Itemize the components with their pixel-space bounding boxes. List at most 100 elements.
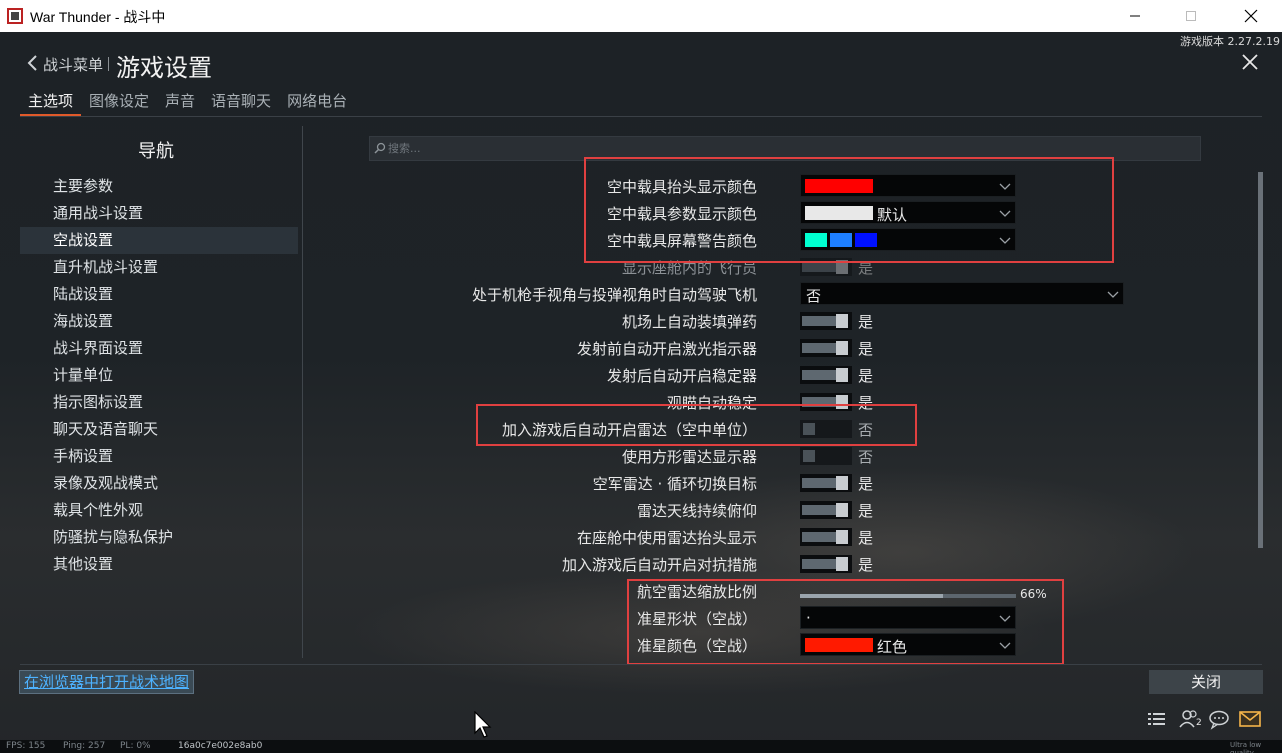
toggle-knob <box>836 557 848 571</box>
toggle-track <box>802 343 836 353</box>
toggle-state-text: 是 <box>858 340 874 358</box>
toggle-state-text: 是 <box>858 475 874 493</box>
nav-item-air-battle[interactable]: 空战设置 <box>20 227 298 254</box>
search-icon <box>374 142 386 154</box>
nav-item-units[interactable]: 计量单位 <box>20 362 298 389</box>
setting-row: 发射后自动开启稳定器 是 <box>360 361 1240 388</box>
toggle-state-text: 否 <box>858 448 874 466</box>
setting-row: 在座舱中使用雷达抬头显示 是 <box>360 523 1240 550</box>
setting-row: 发射前自动开启激光指示器 是 <box>360 334 1240 361</box>
nav-item-naval[interactable]: 海战设置 <box>20 308 298 335</box>
toggle-knob <box>836 503 848 517</box>
window-close-button[interactable] <box>1228 0 1274 32</box>
page-title: 游戏设置 <box>116 54 212 82</box>
nav-item-privacy[interactable]: 防骚扰与隐私保护 <box>20 524 298 551</box>
chat-icon[interactable] <box>1208 708 1230 730</box>
toggle-knob <box>836 368 848 382</box>
nav-item-gamepad[interactable]: 手柄设置 <box>20 443 298 470</box>
list-icon[interactable] <box>1147 708 1167 730</box>
tab-main[interactable]: 主选项 <box>20 88 82 116</box>
setting-label: 空军雷达 · 循环切换目标 <box>592 475 757 493</box>
toggle-knob <box>836 530 848 544</box>
toggle-track <box>802 505 836 515</box>
setting-row: 加入游戏后自动开启对抗措施 是 <box>360 550 1240 577</box>
toggle-state-text: 是 <box>858 367 874 385</box>
maximize-button[interactable] <box>1168 0 1214 32</box>
nav-item-other[interactable]: 其他设置 <box>20 551 298 578</box>
toggle-knob <box>836 476 848 490</box>
toggle-track <box>802 559 836 569</box>
toggle-track <box>802 532 836 542</box>
setting-row: 处于机枪手视角与投弹视角时自动驾驶飞机 否 <box>360 280 1240 307</box>
setting-row: 使用方形雷达显示器 否 <box>360 442 1240 469</box>
toggle-switch[interactable] <box>800 447 852 465</box>
toggle-switch[interactable] <box>800 501 852 519</box>
nav-list: 主要参数 通用战斗设置 空战设置 直升机战斗设置 陆战设置 海战设置 战斗界面设… <box>20 173 298 578</box>
mail-icon[interactable] <box>1238 708 1262 730</box>
game-version: 游戏版本 2.27.2.19 <box>1180 35 1280 48</box>
nav-item-vehicle-cosmetics[interactable]: 载具个性外观 <box>20 497 298 524</box>
settings-close-icon[interactable] <box>1240 52 1260 72</box>
dropdown-value: 否 <box>806 287 822 305</box>
back-to-battle-menu[interactable]: 战斗菜单 <box>43 54 103 75</box>
nav-item-hud[interactable]: 战斗界面设置 <box>20 335 298 362</box>
mouse-cursor-icon <box>474 711 492 738</box>
close-button[interactable]: 关闭 <box>1149 670 1263 694</box>
minimize-button[interactable] <box>1112 0 1158 32</box>
toggle-switch[interactable] <box>800 339 852 357</box>
nav-item-chat[interactable]: 聊天及语音聊天 <box>20 416 298 443</box>
setting-row: 雷达天线持续俯仰 是 <box>360 496 1240 523</box>
toggle-switch[interactable] <box>800 528 852 546</box>
toggle-track <box>802 478 836 488</box>
toggle-track <box>802 316 836 326</box>
quality-readout: Ultra low quality <box>1230 741 1262 753</box>
setting-label: 发射前自动开启激光指示器 <box>576 340 757 358</box>
chevron-down-icon <box>1107 291 1119 298</box>
option-dropdown[interactable]: 否 <box>800 282 1124 305</box>
toggle-knob <box>836 341 848 355</box>
setting-row: 空军雷达 · 循环切换目标 是 <box>360 469 1240 496</box>
session-id: 16a0c7e002e8ab0 <box>178 741 263 751</box>
toggle-state-text: 是 <box>858 502 874 520</box>
close-icon <box>1244 9 1258 23</box>
nav-item-helicopter[interactable]: 直升机战斗设置 <box>20 254 298 281</box>
tab-divider <box>20 116 1262 117</box>
nav-item-main-params[interactable]: 主要参数 <box>20 173 298 200</box>
open-tactical-map-link[interactable]: 在浏览器中打开战术地图 <box>19 670 195 694</box>
nav-item-general-battle[interactable]: 通用战斗设置 <box>20 200 298 227</box>
setting-row: 机场上自动装填弹药 是 <box>360 307 1240 334</box>
back-arrow-icon[interactable] <box>26 54 38 72</box>
toggle-switch[interactable] <box>800 366 852 384</box>
friends-count-badge: 2 <box>1196 718 1202 728</box>
tab-sound[interactable]: 声音 <box>157 88 203 116</box>
war-thunder-app-icon <box>7 8 23 24</box>
tab-voice-chat[interactable]: 语音聊天 <box>203 88 279 116</box>
nav-divider <box>302 126 303 658</box>
nav-item-replay[interactable]: 录像及观战模式 <box>20 470 298 497</box>
toggle-state-text: 是 <box>858 556 874 574</box>
nav-item-ground[interactable]: 陆战设置 <box>20 281 298 308</box>
setting-label: 雷达天线持续俯仰 <box>636 502 757 520</box>
setting-label: 发射后自动开启稳定器 <box>606 367 757 385</box>
toggle-track <box>802 262 836 272</box>
fps-readout: FPS: 155 <box>6 741 46 751</box>
nav-title: 导航 <box>138 141 174 162</box>
settings-scrollbar[interactable] <box>1258 172 1263 548</box>
highlight-box-hud-colors <box>584 157 1114 263</box>
toggle-switch[interactable] <box>800 555 852 573</box>
nav-item-indicators[interactable]: 指示图标设置 <box>20 389 298 416</box>
maximize-icon <box>1186 11 1196 21</box>
setting-label: 使用方形雷达显示器 <box>621 448 757 466</box>
toggle-switch[interactable] <box>800 474 852 492</box>
minimize-icon <box>1130 15 1140 17</box>
breadcrumb-separator <box>108 57 109 71</box>
setting-label: 机场上自动装填弹药 <box>621 313 757 331</box>
tab-graphics[interactable]: 图像设定 <box>81 88 157 116</box>
footer-divider <box>20 664 1262 665</box>
window-titlebar: War Thunder - 战斗中 <box>0 0 1282 32</box>
toggle-switch[interactable] <box>800 312 852 330</box>
setting-label: 加入游戏后自动开启对抗措施 <box>561 556 757 574</box>
settings-tabs: 主选项 图像设定 声音 语音聊天 网络电台 <box>20 88 355 116</box>
tab-radio[interactable]: 网络电台 <box>279 88 355 116</box>
highlight-box-auto-radar <box>476 404 917 446</box>
